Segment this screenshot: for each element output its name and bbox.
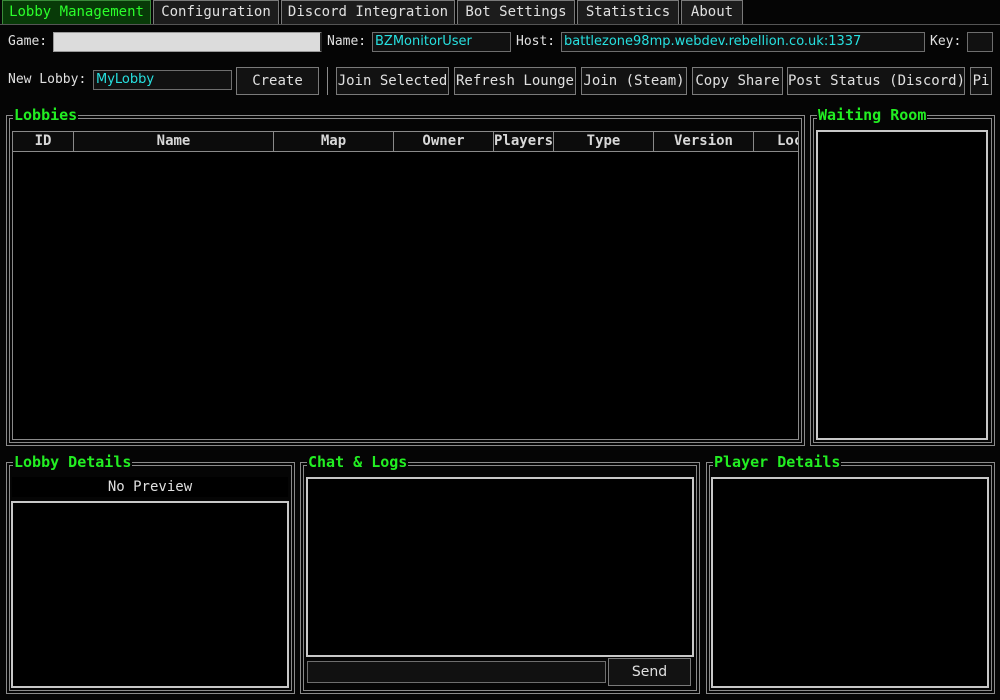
new-lobby-input[interactable]: MyLobby [93,70,232,90]
host-input[interactable]: battlezone98mp.webdev.rebellion.co.uk:13… [561,32,925,52]
join-selected-button[interactable]: Join Selected [336,67,449,95]
chat-log-view[interactable] [306,477,694,657]
send-button[interactable]: Send [608,658,691,686]
join-steam-button[interactable]: Join (Steam) [581,67,687,95]
column-header-version[interactable]: Version [654,132,754,152]
lobby-details-content [11,501,289,688]
new-lobby-label: New Lobby: [8,72,87,87]
tab-configuration[interactable]: Configuration [153,0,279,24]
host-label: Host: [516,34,556,49]
create-button[interactable]: Create [236,67,319,95]
column-header-name[interactable]: Name [74,132,274,152]
map-preview-label: No Preview [12,477,288,497]
overflow-button[interactable]: Pi [970,67,992,95]
tab-about[interactable]: About [681,0,743,24]
tab-statistics[interactable]: Statistics [577,0,679,24]
waiting-room-list[interactable] [816,130,988,440]
key-label: Key: [930,34,962,49]
key-input[interactable] [967,32,993,52]
chat-input[interactable] [307,661,606,683]
column-header-id[interactable]: ID [13,132,74,152]
column-header-players[interactable]: Players [494,132,554,152]
column-header-location[interactable]: Loc [754,132,798,152]
game-select[interactable] [53,32,322,52]
waiting-room-title: Waiting Room [817,106,928,124]
refresh-lounge-button[interactable]: Refresh Lounge [454,67,576,95]
lobby-details-title: Lobby Details [13,453,133,471]
toolbar-separator [327,67,328,95]
column-header-owner[interactable]: Owner [394,132,494,152]
player-details-title: Player Details [713,453,842,471]
lobbies-table[interactable]: ID Name Map Owner Players Type Version L… [12,131,799,440]
column-header-type[interactable]: Type [554,132,654,152]
player-details-content [711,477,989,688]
name-input[interactable]: BZMonitorUser [372,32,511,52]
name-label: Name: [327,34,367,49]
tab-bot-settings[interactable]: Bot Settings [457,0,575,24]
chat-logs-title: Chat & Logs [307,453,409,471]
copy-share-button[interactable]: Copy Share [692,67,783,95]
column-header-map[interactable]: Map [274,132,394,152]
post-status-discord-button[interactable]: Post Status (Discord) [787,67,965,95]
game-label: Game: [8,34,48,49]
tab-discord-integration[interactable]: Discord Integration [281,0,455,24]
lobbies-title: Lobbies [13,106,79,124]
tab-lobby-management[interactable]: Lobby Management [2,0,151,24]
tab-bar-divider [0,24,1000,25]
